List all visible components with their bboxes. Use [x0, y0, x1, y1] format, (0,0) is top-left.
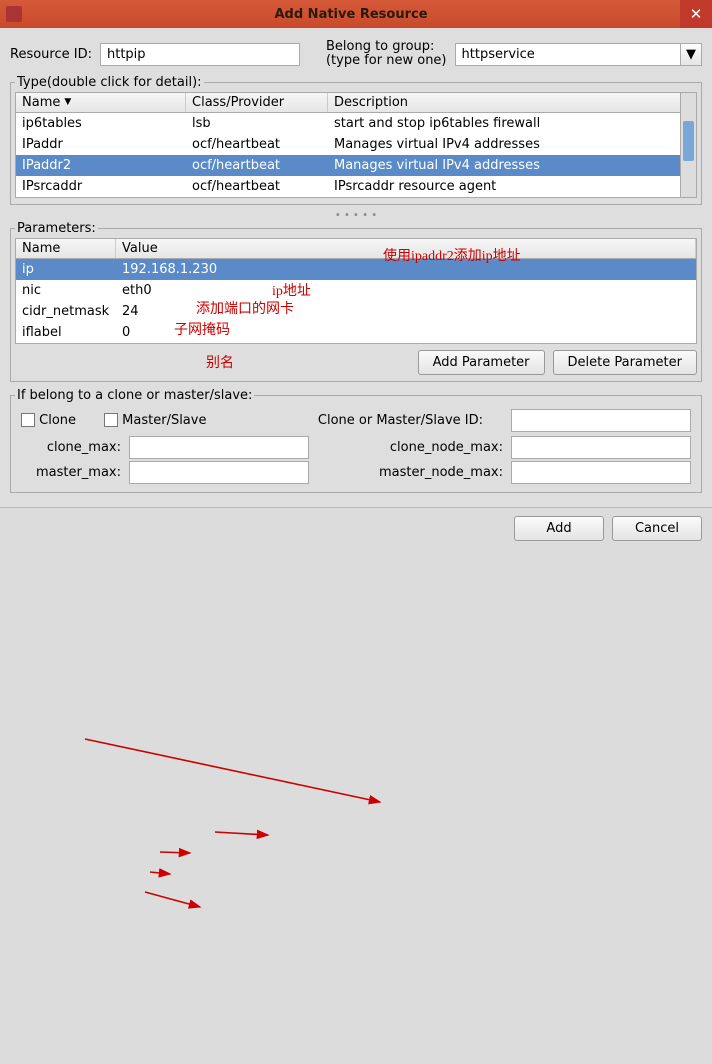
checkbox-icon [104, 413, 118, 427]
type-col-desc[interactable]: Description [328, 93, 696, 112]
clone-node-max-input[interactable] [511, 436, 691, 459]
chevron-down-icon: ▼ [686, 47, 696, 62]
master-max-input[interactable] [129, 461, 309, 484]
param-col-value[interactable]: Value [116, 239, 696, 258]
group-combo-arrow[interactable]: ▼ [680, 43, 702, 66]
annotation-arrows [0, 549, 712, 1064]
type-col-name[interactable]: Name▼ [16, 93, 186, 112]
param-row[interactable]: cidr_netmask24 [16, 301, 696, 322]
add-button[interactable]: Add [514, 516, 604, 541]
type-row[interactable]: ip6tableslsbstart and stop ip6tables fir… [16, 113, 696, 134]
type-fieldset: Type(double click for detail): Name▼ Cla… [10, 75, 702, 205]
sort-down-icon: ▼ [64, 97, 71, 107]
group-label-line2: (type for new one) [326, 54, 447, 68]
scrollbar-thumb[interactable] [683, 121, 694, 161]
master-node-max-input[interactable] [511, 461, 691, 484]
param-row[interactable]: ip192.168.1.230 [16, 259, 696, 280]
close-button[interactable]: ✕ [680, 0, 712, 28]
group-label-line1: Belong to group: [326, 40, 447, 54]
split-resize-handle[interactable]: • • • • • [10, 211, 702, 221]
clone-max-label: clone_max: [21, 440, 121, 455]
cms-id-label: Clone or Master/Slave ID: [318, 413, 483, 428]
master-slave-checkbox[interactable]: Master/Slave [104, 413, 206, 428]
cancel-button[interactable]: Cancel [612, 516, 702, 541]
type-grid-header: Name▼ Class/Provider Description [16, 93, 696, 113]
type-row[interactable]: IPsrcaddrocf/heartbeatIPsrcaddr resource… [16, 176, 696, 197]
type-scrollbar[interactable] [680, 93, 696, 197]
parameters-legend: Parameters: [15, 221, 98, 236]
add-parameter-button[interactable]: Add Parameter [418, 350, 545, 375]
cms-id-input[interactable] [511, 409, 691, 432]
clone-fieldset: If belong to a clone or master/slave: Cl… [10, 388, 702, 493]
type-col-class[interactable]: Class/Provider [186, 93, 328, 112]
title-bar: Add Native Resource ✕ [0, 0, 712, 28]
type-row[interactable]: IPaddr2ocf/heartbeatManages virtual IPv4… [16, 155, 696, 176]
resource-id-input[interactable] [100, 43, 300, 66]
resource-id-label: Resource ID: [10, 47, 92, 62]
clone-max-input[interactable] [129, 436, 309, 459]
param-grid-header: Name Value [16, 239, 696, 259]
type-legend: Type(double click for detail): [15, 75, 204, 90]
param-col-name[interactable]: Name [16, 239, 116, 258]
clone-checkbox[interactable]: Clone [21, 413, 76, 428]
window-title: Add Native Resource [22, 7, 680, 22]
master-node-max-label: master_node_max: [353, 465, 503, 480]
type-row[interactable]: IPaddrocf/heartbeatManages virtual IPv4 … [16, 134, 696, 155]
clone-node-max-label: clone_node_max: [353, 440, 503, 455]
param-row[interactable]: iflabel0 [16, 322, 696, 343]
parameters-fieldset: Parameters: Name Value ip192.168.1.230ni… [10, 221, 702, 382]
checkbox-icon [21, 413, 35, 427]
param-grid-body[interactable]: ip192.168.1.230niceth0cidr_netmask24ifla… [16, 259, 696, 343]
master-max-label: master_max: [21, 465, 121, 480]
group-combo-input[interactable] [455, 43, 680, 66]
app-icon [6, 6, 22, 22]
clone-legend: If belong to a clone or master/slave: [15, 388, 254, 403]
type-grid-body[interactable]: ip6tableslsbstart and stop ip6tables fir… [16, 113, 696, 197]
delete-parameter-button[interactable]: Delete Parameter [553, 350, 697, 375]
param-row[interactable]: niceth0 [16, 280, 696, 301]
